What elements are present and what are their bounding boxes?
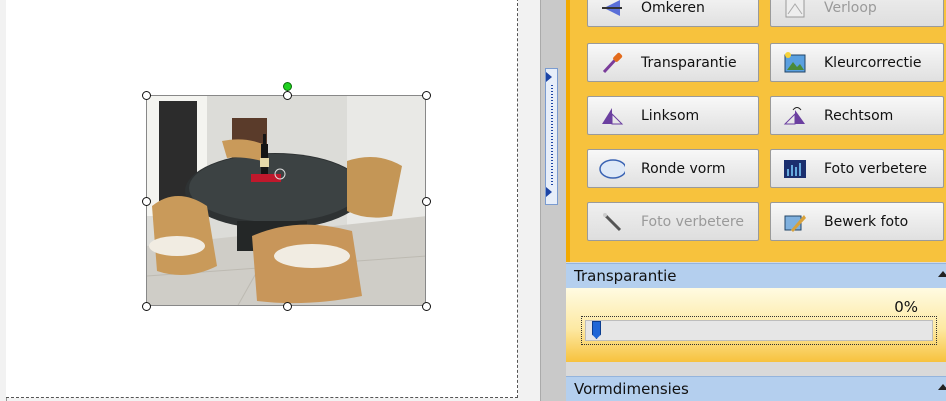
rotate-left-label: Linksom xyxy=(641,107,700,124)
transparency-section-title: Transparantie xyxy=(574,267,677,285)
document-page[interactable] xyxy=(6,0,518,398)
slider-track[interactable] xyxy=(585,320,933,341)
splitter-grip[interactable] xyxy=(545,68,558,205)
rotate-left-icon xyxy=(599,103,625,129)
round-shape-icon xyxy=(599,156,625,182)
resize-handle-top[interactable] xyxy=(283,91,292,100)
pipette-icon xyxy=(599,50,625,76)
selected-photo[interactable] xyxy=(146,95,426,306)
canvas-area[interactable] xyxy=(0,0,540,401)
rotate-left-button[interactable]: Linksom xyxy=(587,96,759,135)
color-correction-button[interactable]: Kleurcorrectie xyxy=(770,43,944,82)
resize-handle-right[interactable] xyxy=(422,197,431,206)
collapse-caret-icon[interactable] xyxy=(938,271,946,277)
flip-icon xyxy=(599,0,625,21)
resize-handle-bottom-left[interactable] xyxy=(142,302,151,311)
auto-enhance-label: Foto verbetere xyxy=(641,213,744,230)
transparency-label: Transparantie xyxy=(641,54,737,71)
rotate-right-label: Rechtsom xyxy=(824,107,894,124)
tools-panel: Omkeren Verloop Transparantie Kleurcorre… xyxy=(566,0,946,401)
transparency-value: 0% xyxy=(894,298,918,316)
round-shape-label: Ronde vorm xyxy=(641,160,726,177)
flip-button[interactable]: Omkeren xyxy=(587,0,759,27)
enhance-photo-label: Foto verbetere xyxy=(824,160,927,177)
resize-handle-bottom[interactable] xyxy=(283,302,292,311)
transparency-section-body: 0% xyxy=(566,288,946,362)
shape-dimensions-section-header[interactable]: Vormdimensies xyxy=(566,376,946,401)
transparency-section-header[interactable]: Transparantie xyxy=(566,263,946,288)
rotate-handle[interactable] xyxy=(283,82,292,91)
auto-enhance-button[interactable]: Foto verbetere xyxy=(587,202,759,241)
gradient-icon xyxy=(782,0,808,21)
rotate-right-icon xyxy=(782,103,808,129)
magic-wand-icon xyxy=(599,209,625,235)
enhance-photo-button[interactable]: Foto verbetere xyxy=(770,149,944,188)
collapse-caret-icon[interactable] xyxy=(938,384,946,390)
flip-label: Omkeren xyxy=(641,0,705,16)
edit-photo-label: Bewerk foto xyxy=(824,213,909,230)
resize-handle-top-left[interactable] xyxy=(142,91,151,100)
gradient-label: Verloop xyxy=(824,0,877,16)
collapse-arrow-icon[interactable] xyxy=(546,72,552,82)
shape-dimensions-title: Vormdimensies xyxy=(574,380,689,398)
transparency-button[interactable]: Transparantie xyxy=(587,43,759,82)
edit-photo-icon xyxy=(782,209,808,235)
transparency-slider[interactable] xyxy=(581,316,937,345)
gradient-button[interactable]: Verloop xyxy=(770,0,944,27)
grip-dots-icon xyxy=(551,85,553,185)
color-correction-icon xyxy=(782,50,808,76)
photo-tools-grid: Omkeren Verloop Transparantie Kleurcorre… xyxy=(566,0,946,262)
round-shape-button[interactable]: Ronde vorm xyxy=(587,149,759,188)
resize-handle-left[interactable] xyxy=(142,197,151,206)
edit-photo-button[interactable]: Bewerk foto xyxy=(770,202,944,241)
rotate-right-button[interactable]: Rechtsom xyxy=(770,96,944,135)
photo-image xyxy=(147,96,425,305)
resize-handle-bottom-right[interactable] xyxy=(422,302,431,311)
collapse-arrow-icon[interactable] xyxy=(546,187,552,197)
histogram-icon xyxy=(782,156,808,182)
resize-handle-top-right[interactable] xyxy=(422,91,431,100)
color-correction-label: Kleurcorrectie xyxy=(824,54,922,71)
